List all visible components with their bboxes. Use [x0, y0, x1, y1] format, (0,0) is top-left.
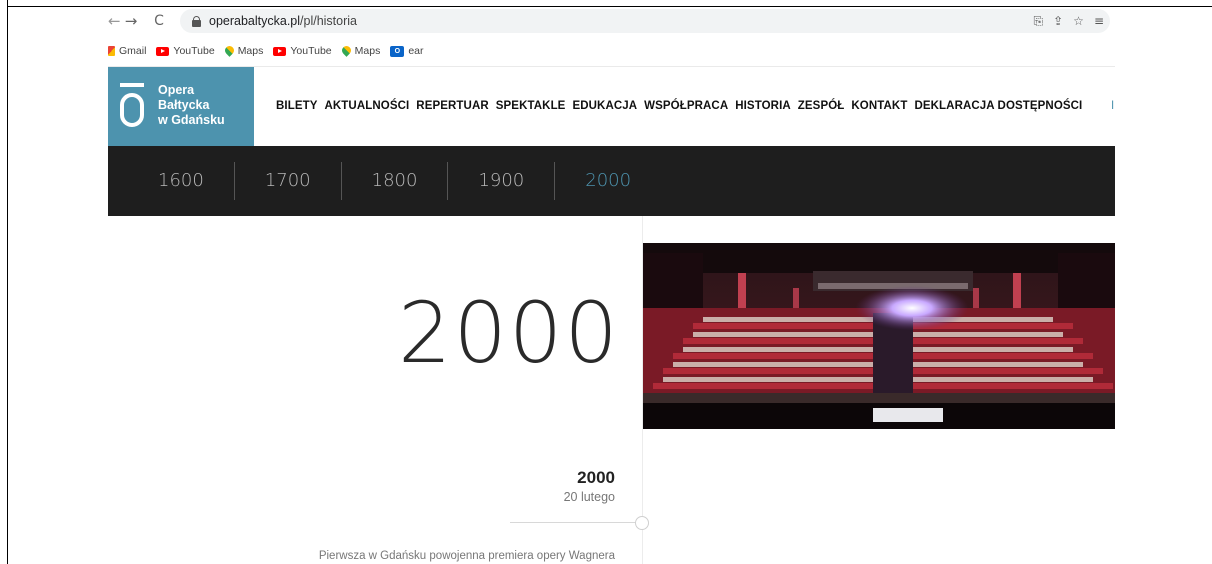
nav-item-extra[interactable]: I: [1111, 100, 1114, 112]
translate-icon[interactable]: ⎘: [1034, 14, 1044, 29]
century-tab-1900[interactable]: 1900: [447, 162, 554, 200]
nav-item-repertuar[interactable]: REPERTUAR: [416, 100, 488, 112]
nav-item-bilety[interactable]: BILETY: [276, 100, 318, 112]
bookmark-label: Maps: [354, 45, 381, 57]
auditorium-photo-illustration: [643, 243, 1115, 429]
bookmark-label: Gmail: [119, 45, 147, 57]
url-text: operabaltycka.pl/pl/historia: [209, 14, 357, 28]
logo-mark-icon: [120, 81, 144, 131]
nav-item-zespol[interactable]: ZESPÓŁ: [798, 100, 845, 112]
entry-description: Pierwsza w Gdańsku powojenna premiera op…: [318, 550, 615, 562]
logo-line-1: Opera: [158, 83, 195, 97]
bookmark-label: YouTube: [173, 45, 215, 57]
reading-list-icon[interactable]: ≡: [1094, 14, 1104, 29]
bookmark-label: ear: [408, 45, 424, 57]
site-logo[interactable]: Opera Bałtycka w Gdańsku: [108, 67, 254, 147]
entry-date: 20 lutego: [563, 490, 615, 504]
entry-year: 2000: [577, 468, 615, 487]
bookmark-youtube-2[interactable]: YouTube: [273, 45, 332, 57]
nav-item-spektakle[interactable]: SPEKTAKLE: [496, 100, 566, 112]
url-path: /pl/historia: [300, 14, 358, 28]
outlook-icon: O: [390, 45, 405, 57]
address-bar-actions: ⎘ ⇪ ☆ ≡: [1034, 14, 1111, 29]
gmail-icon: [108, 46, 115, 56]
logo-text: Opera Bałtycka w Gdańsku: [158, 83, 225, 128]
frame-left-border: [7, 0, 8, 564]
star-icon[interactable]: ☆: [1073, 14, 1084, 29]
century-tab-1800[interactable]: 1800: [340, 162, 448, 200]
timeline-dot: [635, 516, 649, 530]
youtube-icon: [273, 46, 287, 56]
share-icon[interactable]: ⇪: [1053, 14, 1063, 29]
lock-icon[interactable]: [192, 15, 201, 27]
maps-icon: [342, 46, 351, 57]
main-nav: BILETY AKTUALNOŚCI REPERTUAR SPEKTAKLE E…: [276, 100, 1089, 112]
nav-item-historia[interactable]: HISTORIA: [735, 100, 791, 112]
site-header: Opera Bałtycka w Gdańsku BILETY AKTUALNO…: [108, 66, 1115, 147]
bookmark-youtube[interactable]: YouTube: [156, 45, 215, 57]
youtube-icon: [156, 46, 170, 56]
century-tab-1700[interactable]: 1700: [233, 162, 341, 200]
address-bar[interactable]: operabaltycka.pl/pl/historia ⎘ ⇪ ☆ ≡: [180, 9, 1110, 33]
bookmark-label: YouTube: [290, 45, 332, 57]
bookmark-outlook[interactable]: O ear: [390, 45, 424, 57]
logo-line-3: w Gdańsku: [158, 113, 225, 127]
bookmark-gmail[interactable]: Gmail: [108, 45, 146, 57]
bookmark-maps-2[interactable]: Maps: [342, 45, 381, 57]
nav-item-kontakt[interactable]: KONTAKT: [851, 100, 907, 112]
century-tab-2000[interactable]: 2000: [554, 162, 661, 200]
bookmark-maps[interactable]: Maps: [225, 45, 264, 57]
frame-top-border: [7, 6, 1212, 7]
nav-item-wspolpraca[interactable]: WSPÓŁPRACA: [644, 100, 728, 112]
forward-button[interactable]: →: [120, 12, 142, 30]
back-button[interactable]: ←: [108, 12, 121, 30]
website: Opera Bałtycka w Gdańsku BILETY AKTUALNO…: [108, 66, 1115, 564]
century-tab-1600[interactable]: 1600: [148, 162, 234, 200]
bookmark-label: Maps: [237, 45, 264, 57]
nav-item-deklaracja[interactable]: DEKLARACJA DOSTĘPNOŚCI: [914, 100, 1082, 112]
section-year-heading: 2000: [398, 284, 620, 382]
bookmarks-bar: Gmail YouTube Maps YouTube Maps O ear: [108, 40, 424, 62]
entry-connector: [510, 522, 636, 523]
nav-item-edukacja[interactable]: EDUKACJA: [572, 100, 637, 112]
logo-line-2: Bałtycka: [158, 98, 210, 112]
reload-button[interactable]: C: [148, 13, 170, 29]
url-host: operabaltycka.pl: [209, 14, 301, 28]
century-selector: 1600 1700 1800 1900 2000: [108, 146, 1115, 216]
maps-icon: [225, 46, 234, 57]
auditorium-photo: [643, 243, 1115, 429]
browser-toolbar: ← → C operabaltycka.pl/pl/historia ⎘ ⇪ ☆…: [108, 8, 1118, 34]
nav-item-aktualnosci[interactable]: AKTUALNOŚCI: [325, 100, 410, 112]
